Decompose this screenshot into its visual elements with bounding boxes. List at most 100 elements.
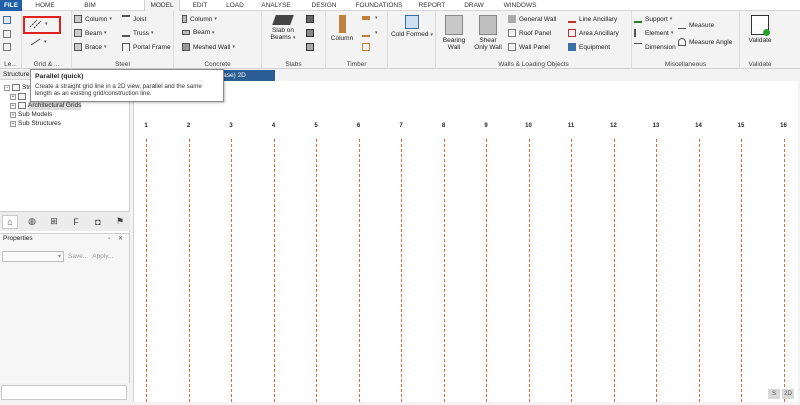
ribbon: Le... ▾ ▾ Grid & ... Column ▾ Beam ▾ Brace… <box>0 11 800 69</box>
levels-tool-2[interactable] <box>3 30 14 38</box>
status-s-button[interactable]: S <box>768 389 780 399</box>
shear-wall-icon <box>479 15 497 35</box>
tree-item-levels[interactable]: + <box>10 92 28 101</box>
steel-brace-button[interactable]: Brace ▾ <box>74 43 107 51</box>
column-tab-icon[interactable]: F <box>68 215 84 229</box>
group-slabs: Slab on Beams ▾ Slabs <box>262 11 326 69</box>
structure-tab-icon[interactable]: ⌂ <box>2 214 18 229</box>
cold-formed-button[interactable]: Cold Formed ▾ <box>390 15 434 39</box>
truss-button[interactable]: Truss ▾ <box>122 29 154 37</box>
slab-on-beams-button[interactable]: Slab on Beams ▾ <box>265 15 301 42</box>
load-tab-icon[interactable]: ⊞ <box>46 215 62 229</box>
timber-frame-button[interactable] <box>362 43 373 51</box>
joist-button[interactable]: Joist <box>122 15 146 23</box>
portal-frame-button[interactable]: Portal Frame <box>122 43 171 51</box>
timber-column-button[interactable]: Column <box>328 15 356 42</box>
element-button[interactable]: Element ▾ <box>634 29 673 37</box>
properties-header: Properties ▫ ✕ <box>0 234 129 244</box>
status-2d-button[interactable]: 2D <box>782 389 794 399</box>
grid-line[interactable] <box>316 139 317 402</box>
wall-panel-button[interactable]: Wall Panel <box>508 43 550 51</box>
grid-line[interactable] <box>188 139 190 402</box>
properties-select[interactable] <box>2 250 64 262</box>
levels-tool[interactable] <box>3 16 14 24</box>
tab-home[interactable]: HOME <box>30 0 60 11</box>
grid-line[interactable] <box>231 139 232 402</box>
tab-report[interactable]: REPORT <box>414 0 450 11</box>
group-label-timber: Timber <box>346 61 367 68</box>
validate-button[interactable]: Validate <box>744 15 776 44</box>
grid-line[interactable] <box>273 139 275 402</box>
grid-canvas[interactable]: 1 2 3 4 5 6 7 8 9 10 11 12 13 14 15 16 S 2D <box>133 81 798 402</box>
slab-icon <box>272 15 294 25</box>
slab-tool-4[interactable] <box>306 43 317 51</box>
tab-foundations[interactable]: FOUNDATIONS <box>352 0 406 11</box>
steel-beam-label: Beam <box>85 29 102 37</box>
tab-file[interactable]: FILE <box>0 0 22 11</box>
save-button[interactable]: Save... <box>68 253 88 260</box>
steel-column-button[interactable]: Column ▾ <box>74 15 112 23</box>
wall-icon <box>508 15 516 23</box>
grid-line[interactable] <box>656 139 657 402</box>
wall-icon <box>182 43 190 51</box>
line-ancillary-button[interactable]: Line Ancillary <box>568 15 617 23</box>
tab-draw[interactable]: DRAW <box>459 0 489 11</box>
tab-design[interactable]: DESIGN <box>306 0 342 11</box>
grid-line[interactable] <box>613 139 615 402</box>
support-button[interactable]: Support ▾ <box>634 15 672 23</box>
grid-line[interactable] <box>698 139 700 402</box>
tree-item-architectural-grids[interactable]: + Architectural Grids <box>10 101 82 110</box>
grid-line[interactable] <box>358 139 360 402</box>
measure-angle-button[interactable]: Measure Angle <box>678 38 732 46</box>
properties-footer-field[interactable] <box>1 385 127 400</box>
bearing-wall-button[interactable]: Bearing Wall <box>438 15 470 51</box>
grid-line[interactable] <box>443 139 445 402</box>
concrete-beam-button[interactable]: Beam ▾ <box>182 29 215 36</box>
apply-button[interactable]: Apply... <box>92 253 113 260</box>
area-ancillary-button[interactable]: Area Ancillary <box>568 29 619 37</box>
ribbon-tab-bar: FILE HOME BIM INTEGRATION MODEL EDIT LOA… <box>0 0 800 20</box>
column-icon <box>182 15 187 23</box>
flag-tab-icon[interactable]: ⚑ <box>112 215 128 229</box>
tab-bim-integration[interactable]: BIM INTEGRATION <box>62 0 118 20</box>
slab-tool-2[interactable] <box>306 15 317 23</box>
panel-tab-strip: ⌂ ◍ ⊞ F ◘ ⚑ <box>0 211 130 231</box>
meshed-wall-button[interactable]: Meshed Wall ▾ <box>182 43 235 51</box>
group-label-validate: Validate <box>748 61 772 68</box>
steel-beam-button[interactable]: Beam ▾ <box>74 29 107 37</box>
tab-analyse[interactable]: ANALYSE <box>258 0 294 11</box>
grid-label: 16 <box>780 123 787 129</box>
grid-line[interactable] <box>401 139 402 402</box>
timber-beam-button[interactable]: ▾ <box>362 15 378 21</box>
roof-panel-button[interactable]: Roof Panel <box>508 29 551 37</box>
tab-edit[interactable]: EDIT <box>188 0 212 11</box>
roof-panel-label: Roof Panel <box>519 29 552 37</box>
lock-tab-icon[interactable]: ◘ <box>90 215 106 229</box>
concrete-column-button[interactable]: Column ▾ <box>182 15 217 23</box>
grid-line[interactable] <box>783 139 785 402</box>
measure-button[interactable]: Measure <box>678 21 714 29</box>
general-wall-button[interactable]: General Wall <box>508 15 556 23</box>
tab-windows[interactable]: WINDOWS <box>497 0 543 11</box>
dimension-button[interactable]: Dimension <box>634 43 676 51</box>
element-label: Element <box>645 29 669 37</box>
levels-tool-3[interactable] <box>3 43 14 51</box>
steel-column-label: Column <box>85 15 108 23</box>
grid-label: 11 <box>567 123 575 129</box>
shear-only-wall-button[interactable]: Shear Only Wall <box>472 15 504 51</box>
globe-tab-icon[interactable]: ◍ <box>24 215 40 229</box>
grid-line[interactable] <box>741 139 742 402</box>
grid-line[interactable] <box>486 139 487 402</box>
tree-item-sub-models[interactable]: + Sub Models <box>10 110 52 119</box>
panel-window-buttons[interactable]: ▫ ✕ <box>108 234 126 244</box>
tree-item-sub-structures[interactable]: + Sub Structures <box>10 119 61 128</box>
grid-line[interactable] <box>528 139 530 402</box>
equipment-button[interactable]: Equipment <box>568 43 610 51</box>
timber-truss-button[interactable]: ▾ <box>362 29 378 37</box>
slab-tool-3[interactable] <box>306 29 317 37</box>
grid-line[interactable] <box>146 139 147 402</box>
grid-line[interactable] <box>571 139 572 402</box>
line-grid-button[interactable]: ▾ <box>30 38 47 46</box>
group-label-grid: Grid & ... <box>33 61 60 68</box>
tab-load[interactable]: LOAD <box>222 0 248 11</box>
